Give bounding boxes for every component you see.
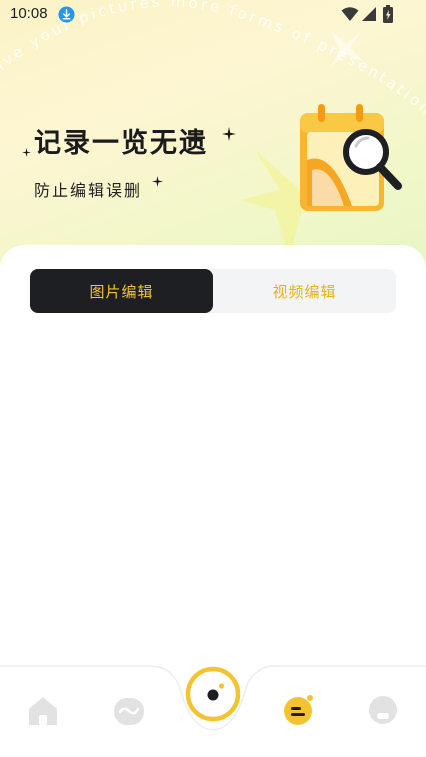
sparkle-icon <box>222 127 236 141</box>
tab-video-edit[interactable]: 视频编辑 <box>213 269 396 313</box>
download-icon <box>58 6 75 23</box>
calendar-magnifier-illustration <box>300 104 402 211</box>
chat-icon[interactable] <box>282 693 316 727</box>
banner-headline: 记录一览无遗 <box>34 128 208 159</box>
battery-icon <box>383 5 393 23</box>
wave-icon[interactable] <box>112 694 146 728</box>
cellular-signal-icon <box>362 7 376 21</box>
status-time: 10:08 <box>10 5 48 22</box>
camera-icon[interactable] <box>185 666 241 722</box>
sparkle-icon <box>152 176 163 187</box>
bottom-navigation <box>0 660 426 757</box>
wifi-icon <box>341 7 359 21</box>
profile-icon[interactable] <box>366 693 400 727</box>
home-icon[interactable] <box>26 694 60 728</box>
banner-subline: 防止编辑误删 <box>34 181 143 200</box>
sparkle-icon <box>22 148 31 157</box>
edit-type-tabs: 图片编辑 视频编辑 <box>30 269 396 313</box>
tab-image-edit[interactable]: 图片编辑 <box>30 269 213 313</box>
status-bar: 10:08 <box>0 0 426 30</box>
